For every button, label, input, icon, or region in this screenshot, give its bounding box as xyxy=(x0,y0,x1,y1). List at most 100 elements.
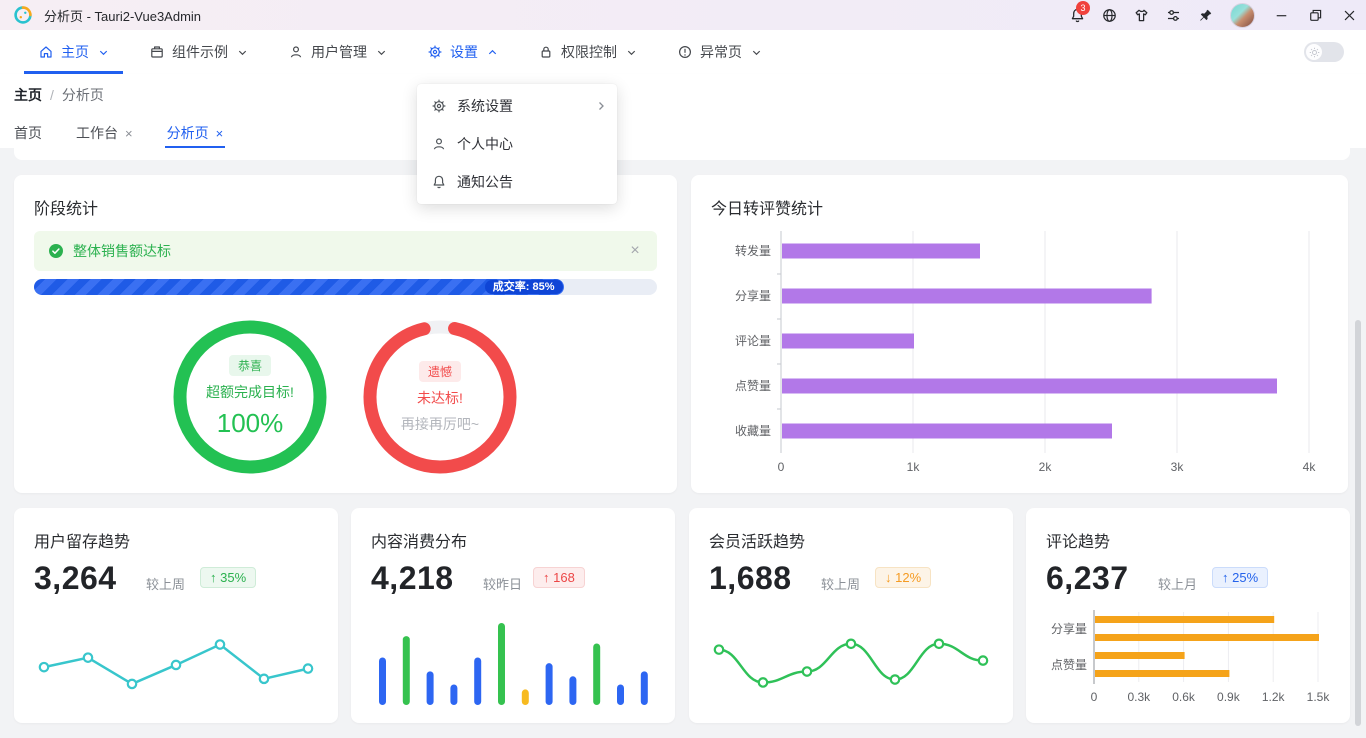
svg-text:1k: 1k xyxy=(907,460,921,474)
nav-item-users[interactable]: 用户管理 xyxy=(274,30,401,74)
layout-icon xyxy=(1167,9,1179,21)
svg-text:点赞量: 点赞量 xyxy=(1051,658,1087,672)
nav-item-exceptions[interactable]: 异常页 xyxy=(663,30,776,74)
nav-label: 设置 xyxy=(450,44,478,60)
logo-icon xyxy=(14,6,32,24)
chevron-down-icon xyxy=(238,50,247,55)
ring-encouragement: 再接再厉吧~ xyxy=(400,415,480,432)
breadcrumb-current: 分析页 xyxy=(61,87,104,103)
svg-text:4k: 4k xyxy=(1303,460,1317,474)
nav-item-components[interactable]: 组件示例 xyxy=(135,30,262,74)
breadcrumb-root[interactable]: 主页 xyxy=(14,85,42,105)
main-nav: 主页 组件示例 用户管理 设置 权限控制 异常页 xyxy=(0,30,1366,74)
close-tab-icon[interactable]: × xyxy=(216,126,224,141)
avatar[interactable] xyxy=(1230,2,1255,28)
stat-value: 3,264 xyxy=(34,560,117,596)
nav-label: 组件示例 xyxy=(172,44,228,60)
chevron-down-icon xyxy=(752,50,761,55)
menu-item-announcements[interactable]: 通知公告 xyxy=(417,163,617,201)
stat-compare-label: 较上月 xyxy=(1158,577,1198,592)
stat-value: 4,218 xyxy=(371,560,454,596)
page-tabs: 首页 工作台 × 分析页 × xyxy=(14,118,225,148)
maximize-button[interactable] xyxy=(1298,0,1332,30)
stat-compare-label: 较上周 xyxy=(146,577,186,592)
svg-text:1.2k: 1.2k xyxy=(1262,690,1286,704)
ring-message: 未达标! xyxy=(417,389,463,406)
arrow-up-icon: ↑ xyxy=(1222,570,1229,585)
notifications-button[interactable]: 3 xyxy=(1061,0,1093,30)
user-icon xyxy=(290,46,302,58)
arrow-down-icon: ↓ xyxy=(885,570,892,585)
theme-skin-button[interactable] xyxy=(1125,0,1157,30)
badge-value: 25% xyxy=(1232,570,1259,585)
alert-text: 整体销售额达标 xyxy=(73,243,171,259)
app-window: 分析页 - Tauri2-Vue3Admin 3 主页 组件示例 用户管理 设置… xyxy=(0,0,1366,738)
retention-card: 用户留存趋势 3,264 较上周 ↑ 35% xyxy=(14,508,338,723)
chevron-up-icon xyxy=(488,49,497,54)
deal-rate-progressbar: 成交率: 85% xyxy=(34,279,657,295)
stat-trend-badge: ↓ 12% xyxy=(875,567,932,588)
scrolled-card-bottom xyxy=(14,148,1350,160)
menu-item-label: 个人中心 xyxy=(457,136,513,152)
stat-value: 1,688 xyxy=(709,560,792,596)
svg-text:0.3k: 0.3k xyxy=(1127,690,1151,704)
svg-text:0: 0 xyxy=(1091,690,1098,704)
chevron-down-icon xyxy=(99,50,108,55)
stat-compare-label: 较上周 xyxy=(821,577,861,592)
svg-text:转发量: 转发量 xyxy=(735,243,771,258)
tab-label: 工作台 xyxy=(76,125,118,141)
menu-item-system-settings[interactable]: 系统设置 xyxy=(417,87,617,125)
nav-label: 权限控制 xyxy=(561,44,617,60)
language-icon xyxy=(1102,8,1116,22)
minimize-icon xyxy=(1276,14,1286,16)
close-button[interactable] xyxy=(1332,0,1366,30)
chevron-right-icon xyxy=(599,102,604,110)
titlebar-actions: 3 xyxy=(1061,0,1366,30)
nav-label: 异常页 xyxy=(700,44,742,60)
alert-close-icon[interactable]: × xyxy=(625,241,645,261)
stat-compare-label: 较昨日 xyxy=(483,577,523,592)
menu-item-profile[interactable]: 个人中心 xyxy=(417,125,617,163)
nav-item-home[interactable]: 主页 xyxy=(24,30,123,74)
close-tab-icon[interactable]: × xyxy=(125,126,133,141)
goal-ring-fail: 遗憾 未达标! 再接再厉吧~ xyxy=(358,315,522,479)
card-title: 内容消费分布 xyxy=(371,534,468,551)
share-stats-bar-chart: 转发量 分享量 评论量 点赞量 收藏量 0 1k 2k 3k 4k xyxy=(711,228,1328,481)
warning-icon xyxy=(678,45,692,59)
tab-home[interactable]: 首页 xyxy=(14,118,42,148)
language-button[interactable] xyxy=(1093,0,1125,30)
dark-mode-toggle[interactable] xyxy=(1304,42,1344,62)
nav-item-settings[interactable]: 设置 xyxy=(413,30,512,74)
toggle-knob xyxy=(1306,44,1322,60)
stat-trend-badge: ↑ 35% xyxy=(200,567,257,588)
pin-window-button[interactable] xyxy=(1189,0,1221,30)
vertical-scrollbar[interactable] xyxy=(1355,320,1361,726)
member-activity-card: 会员活跃趋势 1,688 较上周 ↓ 12% xyxy=(689,508,1013,723)
svg-text:0: 0 xyxy=(778,460,785,474)
stage-statistics-card: 阶段统计 整体销售额达标 × 成交率: 85% 恭喜 超额完成目标! 100% xyxy=(14,175,677,493)
ring-percent: 100% xyxy=(216,408,284,438)
arrow-up-icon: ↑ xyxy=(543,570,550,585)
minimize-button[interactable] xyxy=(1264,0,1298,30)
consumption-card: 内容消费分布 4,218 较昨日 ↑ 168 xyxy=(351,508,675,723)
close-icon xyxy=(1344,10,1354,20)
comment-trend-card: 评论趋势 6,237 较上月 ↑ 25% 分享量 点赞量 0 0.3k 0.6k 0.9k… xyxy=(1026,508,1350,723)
tab-workbench[interactable]: 工作台 × xyxy=(76,118,133,148)
nav-item-permissions[interactable]: 权限控制 xyxy=(524,30,651,74)
bell-icon xyxy=(433,175,445,189)
tab-analysis[interactable]: 分析页 × xyxy=(164,118,225,148)
notification-badge: 3 xyxy=(1076,1,1090,15)
content-area: 阶段统计 整体销售额达标 × 成交率: 85% 恭喜 超额完成目标! 100% xyxy=(0,148,1366,738)
badge-value: 168 xyxy=(553,570,575,585)
svg-text:2k: 2k xyxy=(1039,460,1053,474)
share-stats-card: 今日转评赞统计 转发量 分享量 评论量 点赞量 收藏量 0 1k 2k 3k 4k xyxy=(691,175,1348,493)
nav-label: 主页 xyxy=(61,44,89,60)
ring-badge: 恭喜 xyxy=(228,355,271,376)
svg-text:收藏量: 收藏量 xyxy=(735,424,771,438)
svg-text:分享量: 分享量 xyxy=(1051,621,1087,636)
svg-text:评论量: 评论量 xyxy=(735,334,771,348)
user-icon xyxy=(433,138,445,150)
card-title: 今日转评赞统计 xyxy=(711,201,824,218)
layout-settings-button[interactable] xyxy=(1157,0,1189,30)
comment-bar-chart: 分享量 点赞量 0 0.3k 0.6k 0.9k 1.2k 1.5k xyxy=(1046,608,1330,710)
